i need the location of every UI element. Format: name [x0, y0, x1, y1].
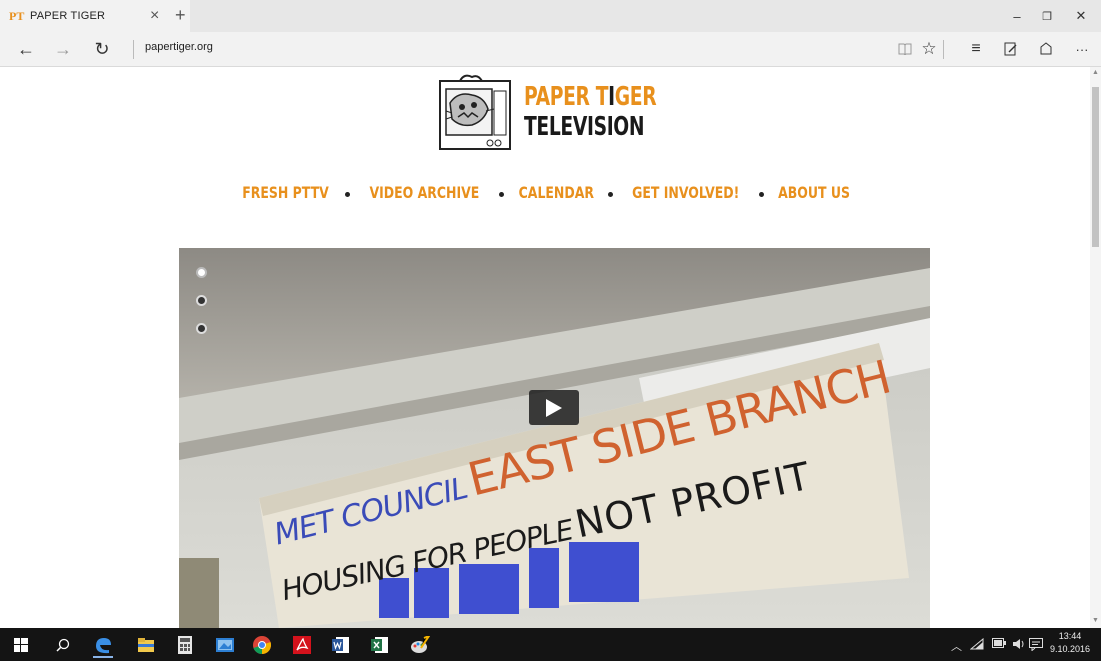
main-menu: FRESH PTTV VIDEO ARCHIVE CALENDAR GET IN… [0, 183, 1090, 202]
maximize-button[interactable]: ❐ [1030, 0, 1064, 32]
web-note-icon[interactable] [999, 37, 1023, 61]
slider-dot-2[interactable] [196, 295, 207, 306]
network-icon[interactable] [969, 637, 984, 653]
menu-item-get-involved[interactable]: GET INVOLVED! [632, 183, 739, 202]
tab-title: PAPER TIGER [30, 10, 106, 22]
menu-separator [344, 192, 350, 197]
clock-date: 9.10.2016 [1049, 644, 1091, 654]
menu-item-about-us[interactable]: ABOUT US [778, 183, 850, 202]
battery-icon[interactable] [992, 638, 1006, 651]
play-icon [546, 398, 562, 417]
file-explorer-icon[interactable] [133, 632, 159, 658]
slider-dot-1[interactable] [196, 267, 207, 278]
logo-text-part1: PAPER T [524, 82, 609, 112]
site-logo-image[interactable] [438, 73, 512, 153]
navigation-bar: ← → ↻ papertiger.org ☆ ≡ ··· [0, 32, 1101, 67]
menu-separator [498, 192, 504, 197]
tab-close-icon[interactable]: × [150, 7, 159, 25]
title-bar: PT PAPER TIGER × + – ❐ ✕ [0, 0, 1101, 32]
web-page: PAPER TIGER TELEVISION FRESH PTTV VIDEO … [0, 67, 1090, 628]
search-icon[interactable] [50, 632, 76, 658]
taskbar-clock[interactable]: 13:44 9.10.2016 [1045, 630, 1095, 656]
browser-tab[interactable]: PT PAPER TIGER × [0, 0, 190, 32]
active-app-indicator [93, 656, 113, 658]
refresh-button[interactable]: ↻ [89, 36, 115, 62]
clock-time: 13:44 [1058, 631, 1082, 641]
reading-view-icon[interactable] [893, 37, 917, 61]
menu-item-fresh-pttv[interactable]: FRESH PTTV [242, 183, 329, 202]
favorite-star-icon[interactable]: ☆ [917, 37, 941, 61]
calculator-icon[interactable] [172, 632, 198, 658]
menu-separator [608, 192, 614, 197]
toolbar-separator [943, 40, 944, 59]
acrobat-icon[interactable] [289, 632, 315, 658]
start-button-icon[interactable] [8, 632, 34, 658]
close-window-button[interactable]: ✕ [1064, 0, 1098, 32]
logo-text-part3: GER [614, 82, 657, 112]
slider-dot-3[interactable] [196, 323, 207, 334]
page-scrollbar[interactable]: ▲ ▼ [1090, 67, 1101, 628]
volume-icon[interactable] [1012, 638, 1026, 653]
menu-item-calendar[interactable]: CALENDAR [518, 183, 593, 202]
hero-video-slider[interactable]: MET COUNCIL EAST SIDE BRANCH HOUSING FOR… [179, 248, 930, 628]
site-logo-text[interactable]: PAPER TIGER TELEVISION [524, 82, 657, 142]
minimize-button[interactable]: – [1000, 0, 1034, 32]
photos-icon[interactable] [212, 632, 238, 658]
menu-item-video-archive[interactable]: VIDEO ARCHIVE [369, 183, 479, 202]
address-bar[interactable]: papertiger.org [145, 41, 213, 53]
action-center-icon[interactable] [1029, 638, 1043, 654]
video-play-button[interactable] [529, 390, 579, 425]
scroll-up-icon[interactable]: ▲ [1090, 69, 1101, 76]
tab-favicon-icon: PT [9, 9, 25, 23]
chrome-icon[interactable] [249, 632, 275, 658]
share-icon[interactable] [1034, 37, 1058, 61]
new-tab-button[interactable]: + [175, 5, 186, 25]
edge-icon[interactable] [90, 632, 116, 658]
more-icon[interactable]: ··· [1070, 37, 1094, 61]
word-icon[interactable] [328, 632, 354, 658]
address-separator [133, 40, 134, 59]
forward-button[interactable]: → [50, 36, 76, 62]
back-button[interactable]: ← [13, 36, 39, 62]
menu-separator [758, 192, 764, 197]
show-hidden-icons-icon[interactable]: ︿ [951, 638, 962, 654]
windows-taskbar: ︿ 13:44 9.10.2016 [0, 628, 1101, 661]
excel-icon[interactable] [367, 632, 393, 658]
hub-icon[interactable]: ≡ [964, 37, 988, 61]
logo-text-television: TELEVISION [524, 112, 645, 142]
scrollbar-thumb[interactable] [1092, 87, 1099, 247]
scroll-down-icon[interactable]: ▼ [1090, 617, 1101, 624]
paint-icon[interactable] [407, 632, 433, 658]
